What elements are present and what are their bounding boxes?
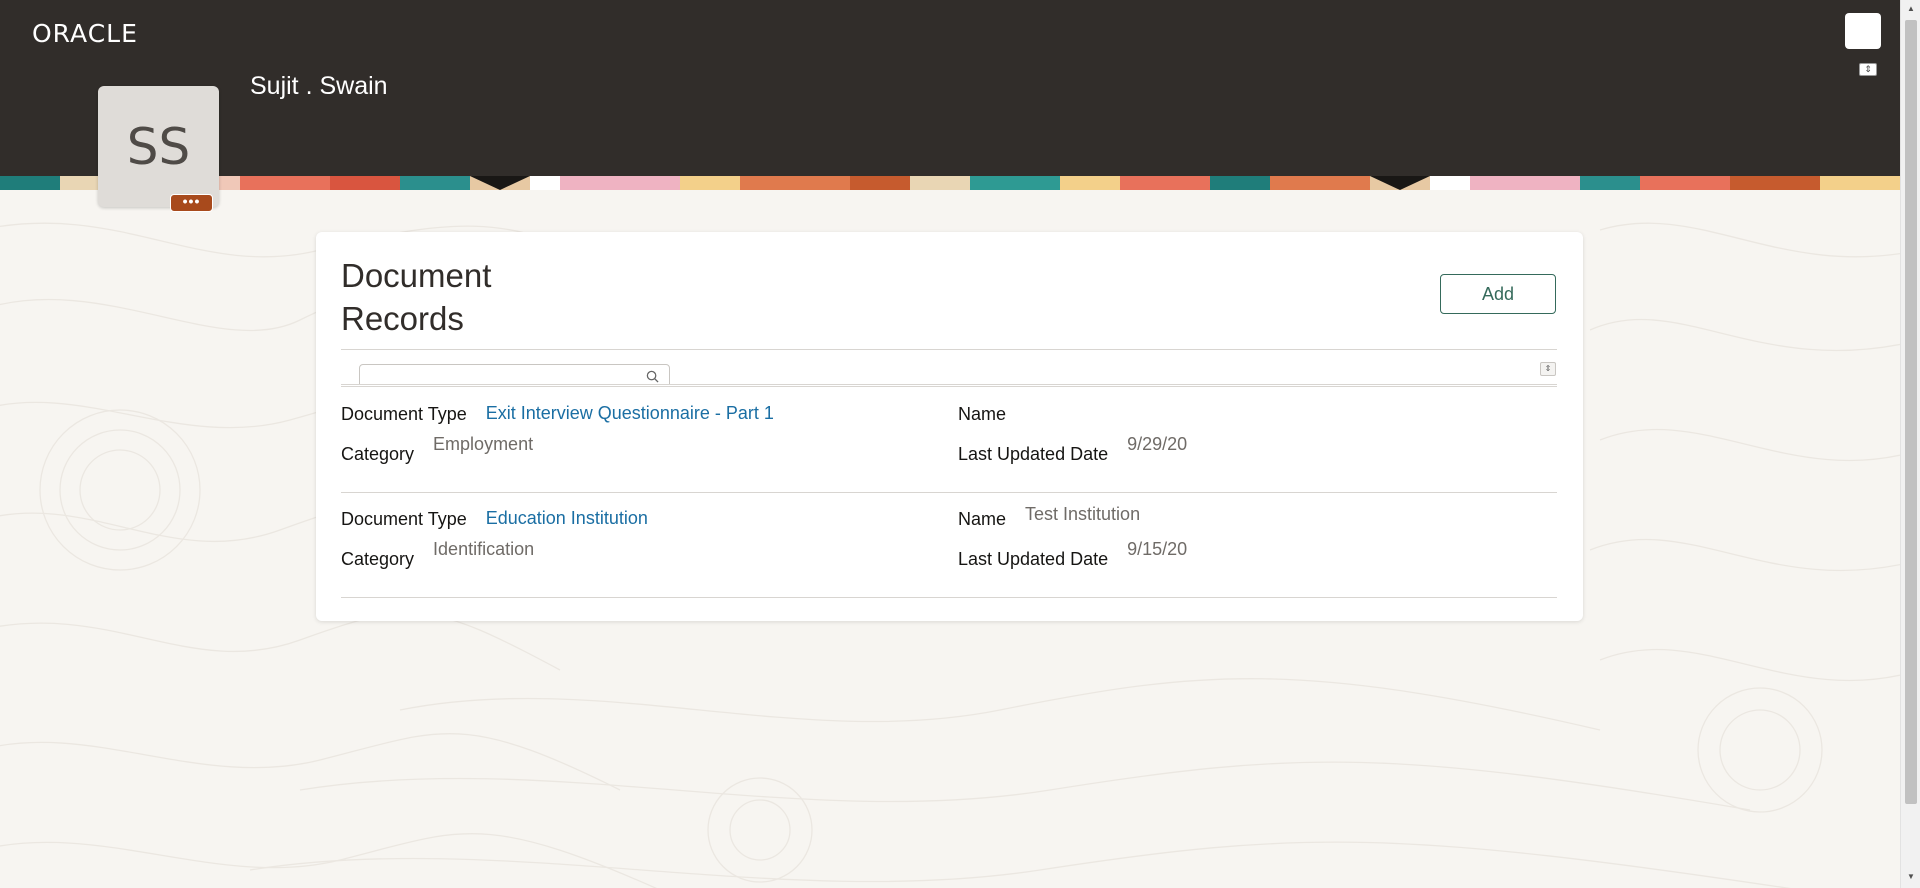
last-updated-value: 9/29/20 — [1127, 434, 1188, 454]
name-field: Name Test Institution — [958, 504, 1140, 530]
category-field: Category Identification — [341, 539, 534, 570]
category-field: Category Employment — [341, 434, 533, 465]
vertical-scrollbar[interactable]: ▲ ▼ — [1900, 0, 1920, 888]
avatar-initials: SS — [126, 117, 191, 176]
oracle-logo[interactable]: ORACLE — [32, 19, 138, 48]
last-updated-field: Last Updated Date 9/29/20 — [958, 434, 1187, 465]
category-value: Employment — [433, 434, 534, 454]
expand-toggle-icon[interactable]: ⇕ — [1859, 63, 1877, 76]
category-value: Identification — [433, 539, 535, 559]
avatar-more-button[interactable]: ••• — [170, 194, 213, 212]
last-updated-label: Last Updated Date — [958, 444, 1109, 464]
search-icon — [646, 370, 659, 383]
sort-toggle-icon[interactable]: ⇕ — [1540, 362, 1556, 376]
last-updated-label: Last Updated Date — [958, 549, 1109, 569]
scroll-down-icon[interactable]: ▼ — [1906, 872, 1916, 882]
search-input[interactable] — [359, 364, 670, 384]
document-type-link[interactable]: Exit Interview Questionnaire - Part 1 — [486, 403, 774, 424]
category-label: Category — [341, 444, 415, 464]
app-header: ORACLE Sujit . Swain ⇕ — [0, 0, 1900, 176]
last-updated-field: Last Updated Date 9/15/20 — [958, 539, 1187, 570]
person-name: Sujit . Swain — [250, 72, 388, 100]
list-item[interactable]: Document Type Exit Interview Questionnai… — [341, 403, 1557, 509]
divider — [341, 492, 1557, 493]
decorative-banner — [0, 176, 1900, 190]
document-type-field: Document Type Education Institution — [341, 508, 648, 530]
document-type-link[interactable]: Education Institution — [486, 508, 648, 529]
divider — [341, 386, 1557, 387]
user-menu-button[interactable] — [1845, 13, 1881, 49]
document-type-field: Document Type Exit Interview Questionnai… — [341, 403, 774, 425]
document-type-label: Document Type — [341, 404, 467, 424]
document-records-card: Document Records Add ⇕ Document Type Exi… — [316, 232, 1583, 621]
avatar[interactable]: SS — [98, 86, 219, 207]
add-button[interactable]: Add — [1440, 274, 1556, 314]
name-label: Name — [958, 509, 1007, 529]
name-field: Name — [958, 404, 1025, 425]
page-title-line-1: Document — [341, 257, 492, 294]
name-label: Name — [958, 404, 1007, 424]
divider — [341, 597, 1557, 598]
document-type-label: Document Type — [341, 509, 467, 529]
page-title: Document Records — [341, 254, 541, 340]
last-updated-value: 9/15/20 — [1127, 539, 1188, 559]
filter-toolbar — [341, 350, 1557, 384]
scroll-up-icon[interactable]: ▲ — [1906, 4, 1916, 14]
scrollbar-thumb[interactable] — [1905, 20, 1917, 804]
list-item[interactable]: Document Type Education Institution Cate… — [341, 504, 1557, 614]
page-title-line-2: Records — [341, 300, 464, 337]
divider — [341, 384, 1557, 385]
name-value: Test Institution — [1025, 504, 1141, 524]
category-label: Category — [341, 549, 415, 569]
